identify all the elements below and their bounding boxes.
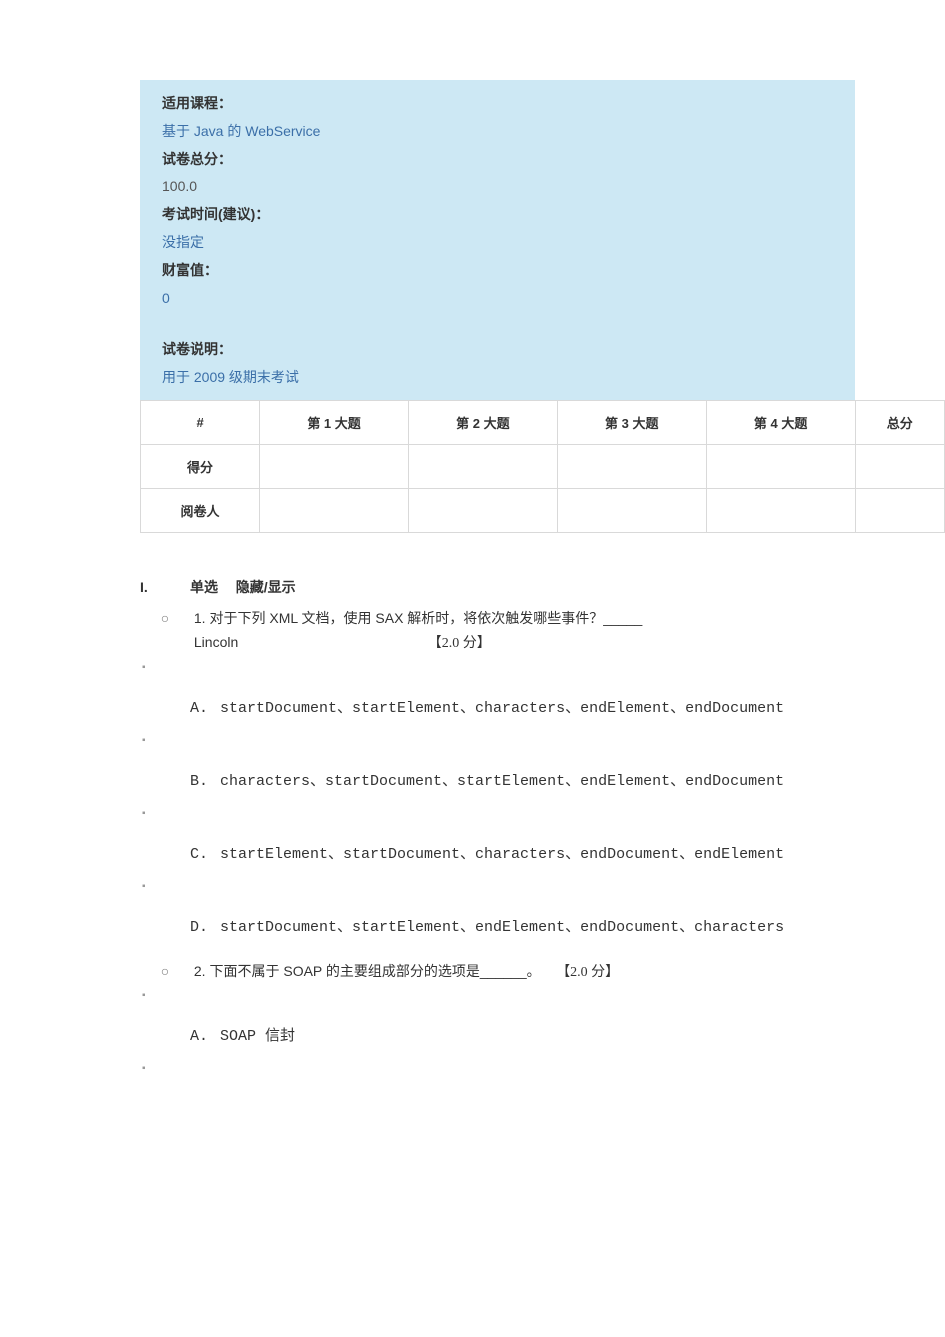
section-header: I. 单选 隐藏/显示 bbox=[140, 573, 945, 601]
question-bullet-icon: ○ bbox=[140, 960, 190, 984]
option-bullet-icon: ▪ bbox=[140, 662, 945, 678]
score-col-2: 第 2 大题 bbox=[408, 400, 557, 444]
question-1: ○ 1. 对于下列 XML 文档，使用 SAX 解析时，将依次触发哪些事件？__… bbox=[140, 601, 945, 662]
score-col-4: 第 4 大题 bbox=[706, 400, 855, 444]
score-col-3: 第 3 大题 bbox=[557, 400, 706, 444]
total-value: 100.0 bbox=[162, 178, 197, 194]
table-row: 得分 bbox=[141, 444, 945, 488]
section-numeral: I. bbox=[140, 579, 190, 595]
option-d[interactable]: D.startDocument、startElement、endElement、… bbox=[190, 897, 945, 954]
course-value[interactable]: 基于 Java 的 WebService bbox=[162, 123, 320, 139]
question-score: 【2.0 分】 bbox=[428, 636, 491, 651]
option-bullet-icon: ▪ bbox=[140, 808, 945, 824]
score-col-1: 第 1 大题 bbox=[260, 400, 409, 444]
option-bullet-icon: ▪ bbox=[140, 881, 945, 897]
total-label: 试卷总分： bbox=[162, 151, 232, 167]
wealth-value: 0 bbox=[162, 290, 170, 306]
desc-value: 用于 2009 级期末考试 bbox=[162, 369, 299, 385]
question-subtext: Lincoln bbox=[194, 631, 424, 655]
option-c[interactable]: C.startElement、startDocument、characters、… bbox=[190, 824, 945, 881]
toggle-visibility[interactable]: 隐藏/显示 bbox=[236, 577, 296, 597]
question-2: ○ 2. 下面不属于 SOAP 的主要组成部分的选项是______。 【2.0 … bbox=[140, 954, 945, 991]
question-bullet-icon: ○ bbox=[140, 607, 190, 631]
option-a[interactable]: A.SOAP 信封 bbox=[190, 1006, 945, 1063]
option-a[interactable]: A.startDocument、startElement、characters、… bbox=[190, 678, 945, 735]
option-bullet-icon: ▪ bbox=[140, 1063, 945, 1079]
table-row: 阅卷人 bbox=[141, 488, 945, 532]
option-bullet-icon: ▪ bbox=[140, 990, 945, 1006]
course-label: 适用课程： bbox=[162, 95, 232, 111]
desc-label: 试卷说明： bbox=[162, 341, 232, 357]
time-label: 考试时间(建议)： bbox=[162, 206, 269, 222]
question-score: 【2.0 分】 bbox=[556, 965, 619, 980]
row-score-label: 得分 bbox=[141, 444, 260, 488]
wealth-label: 财富值： bbox=[162, 262, 218, 278]
score-col-hash: # bbox=[141, 400, 260, 444]
time-value: 没指定 bbox=[162, 234, 204, 250]
score-table: # 第 1 大题 第 2 大题 第 3 大题 第 4 大题 总分 得分 阅卷人 bbox=[140, 400, 945, 533]
row-grader-label: 阅卷人 bbox=[141, 488, 260, 532]
section-type: 单选 bbox=[190, 577, 218, 597]
question-number: 1. bbox=[194, 610, 206, 626]
option-bullet-icon: ▪ bbox=[140, 735, 945, 751]
question-text: 下面不属于 SOAP 的主要组成部分的选项是______。 bbox=[209, 963, 540, 979]
question-number: 2. bbox=[194, 963, 206, 979]
exam-info-block: 适用课程： 基于 Java 的 WebService 试卷总分： 100.0 考… bbox=[140, 80, 855, 400]
score-col-total: 总分 bbox=[855, 400, 944, 444]
option-b[interactable]: B.characters、startDocument、startElement、… bbox=[190, 751, 945, 808]
question-text: 对于下列 XML 文档，使用 SAX 解析时，将依次触发哪些事件？_____ bbox=[209, 610, 642, 626]
